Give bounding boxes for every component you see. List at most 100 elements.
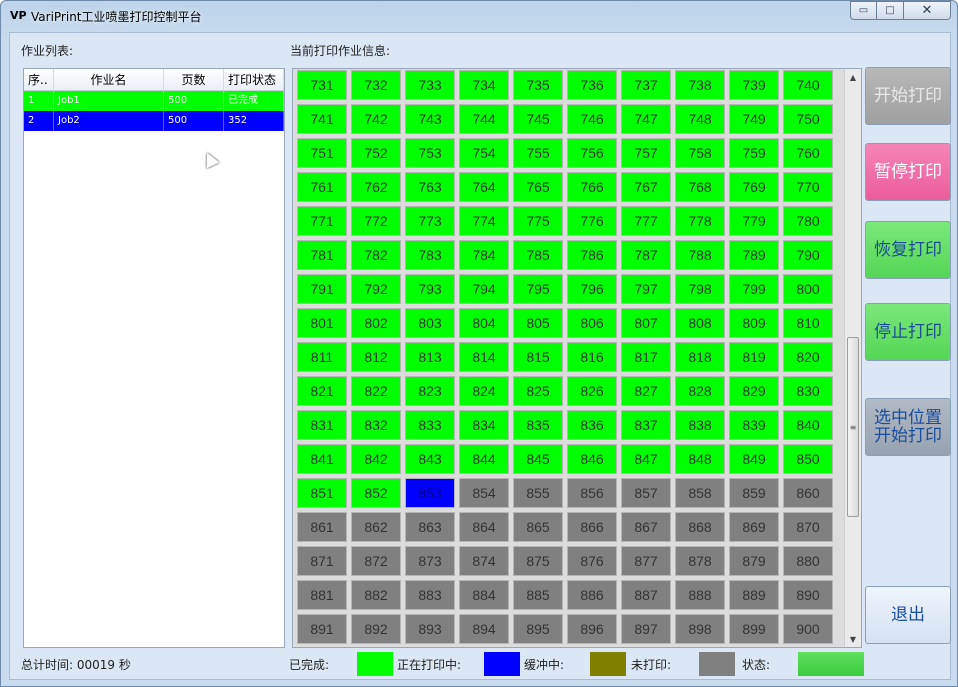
- page-cell[interactable]: 731: [297, 70, 347, 100]
- page-cell[interactable]: 879: [729, 546, 779, 576]
- job-row[interactable]: 2 Job2 500 352: [24, 111, 284, 131]
- page-cell[interactable]: 856: [567, 478, 617, 508]
- page-cell[interactable]: 801: [297, 308, 347, 338]
- page-cell[interactable]: 794: [459, 274, 509, 304]
- page-cell[interactable]: 802: [351, 308, 401, 338]
- page-cell[interactable]: 777: [621, 206, 671, 236]
- page-cell[interactable]: 871: [297, 546, 347, 576]
- page-cell[interactable]: 749: [729, 104, 779, 134]
- page-cell[interactable]: 851: [297, 478, 347, 508]
- page-cell[interactable]: 795: [513, 274, 563, 304]
- page-cell[interactable]: 868: [675, 512, 725, 542]
- page-cell[interactable]: 763: [405, 172, 455, 202]
- page-cell[interactable]: 842: [351, 444, 401, 474]
- page-cell[interactable]: 787: [621, 240, 671, 270]
- page-cell[interactable]: 732: [351, 70, 401, 100]
- page-cell[interactable]: 860: [783, 478, 833, 508]
- page-cell[interactable]: 751: [297, 138, 347, 168]
- page-cell[interactable]: 876: [567, 546, 617, 576]
- page-cell[interactable]: 760: [783, 138, 833, 168]
- page-cell[interactable]: 808: [675, 308, 725, 338]
- page-cell[interactable]: 831: [297, 410, 347, 440]
- page-cell[interactable]: 799: [729, 274, 779, 304]
- column-header-name[interactable]: 作业名: [54, 69, 164, 90]
- page-cell[interactable]: 786: [567, 240, 617, 270]
- page-cell[interactable]: 736: [567, 70, 617, 100]
- print-progress-panel[interactable]: 731 732 733 734 735 736 737 738 739 740 741 742 743 7…: [292, 68, 862, 648]
- page-cell[interactable]: 813: [405, 342, 455, 372]
- page-cell[interactable]: 896: [567, 614, 617, 644]
- scroll-down-icon[interactable]: ▼: [845, 631, 861, 647]
- page-cell[interactable]: 889: [729, 580, 779, 610]
- page-cell[interactable]: 812: [351, 342, 401, 372]
- page-cell[interactable]: 798: [675, 274, 725, 304]
- page-cell[interactable]: 847: [621, 444, 671, 474]
- page-cell[interactable]: 805: [513, 308, 563, 338]
- page-cell[interactable]: 824: [459, 376, 509, 406]
- page-cell[interactable]: 753: [405, 138, 455, 168]
- page-cell[interactable]: 817: [621, 342, 671, 372]
- page-cell[interactable]: 770: [783, 172, 833, 202]
- page-cell[interactable]: 743: [405, 104, 455, 134]
- page-cell[interactable]: 733: [405, 70, 455, 100]
- minimize-button[interactable]: ▭: [850, 1, 877, 20]
- page-cell[interactable]: 885: [513, 580, 563, 610]
- page-cell[interactable]: 761: [297, 172, 347, 202]
- page-cell[interactable]: 789: [729, 240, 779, 270]
- page-cell[interactable]: 845: [513, 444, 563, 474]
- resume-print-button[interactable]: 恢复打印: [865, 221, 951, 279]
- page-cell[interactable]: 822: [351, 376, 401, 406]
- page-cell[interactable]: 793: [405, 274, 455, 304]
- page-cell[interactable]: 823: [405, 376, 455, 406]
- page-cell[interactable]: 776: [567, 206, 617, 236]
- page-cell[interactable]: 874: [459, 546, 509, 576]
- page-cell[interactable]: 742: [351, 104, 401, 134]
- page-cell[interactable]: 869: [729, 512, 779, 542]
- page-cell[interactable]: 887: [621, 580, 671, 610]
- page-cell[interactable]: 737: [621, 70, 671, 100]
- page-cell[interactable]: 773: [405, 206, 455, 236]
- page-cell[interactable]: 897: [621, 614, 671, 644]
- page-cell[interactable]: 778: [675, 206, 725, 236]
- page-cell[interactable]: 836: [567, 410, 617, 440]
- page-cell[interactable]: 768: [675, 172, 725, 202]
- page-cell[interactable]: 891: [297, 614, 347, 644]
- page-cell[interactable]: 758: [675, 138, 725, 168]
- page-cell[interactable]: 765: [513, 172, 563, 202]
- page-cell[interactable]: 774: [459, 206, 509, 236]
- start-print-button[interactable]: 开始打印: [865, 67, 951, 125]
- page-cell[interactable]: 735: [513, 70, 563, 100]
- page-cell[interactable]: 837: [621, 410, 671, 440]
- page-cell[interactable]: 738: [675, 70, 725, 100]
- page-cell[interactable]: 859: [729, 478, 779, 508]
- page-cell[interactable]: 884: [459, 580, 509, 610]
- exit-button[interactable]: 退出: [865, 586, 951, 644]
- page-cell[interactable]: 752: [351, 138, 401, 168]
- page-cell[interactable]: 854: [459, 478, 509, 508]
- scroll-thumb[interactable]: ≡: [847, 337, 859, 517]
- page-cell[interactable]: 759: [729, 138, 779, 168]
- page-cell[interactable]: 894: [459, 614, 509, 644]
- page-cell[interactable]: 865: [513, 512, 563, 542]
- page-cell[interactable]: 881: [297, 580, 347, 610]
- page-cell[interactable]: 741: [297, 104, 347, 134]
- page-cell[interactable]: 782: [351, 240, 401, 270]
- page-cell[interactable]: 839: [729, 410, 779, 440]
- page-cell[interactable]: 870: [783, 512, 833, 542]
- page-cell[interactable]: 816: [567, 342, 617, 372]
- page-cell[interactable]: 846: [567, 444, 617, 474]
- column-header-index[interactable]: 序..: [24, 69, 54, 90]
- page-cell[interactable]: 890: [783, 580, 833, 610]
- page-cell[interactable]: 800: [783, 274, 833, 304]
- page-cell[interactable]: 878: [675, 546, 725, 576]
- page-cell[interactable]: 788: [675, 240, 725, 270]
- page-cell[interactable]: 757: [621, 138, 671, 168]
- maximize-button[interactable]: □: [877, 1, 904, 20]
- page-cell[interactable]: 853: [405, 478, 455, 508]
- page-cell[interactable]: 796: [567, 274, 617, 304]
- page-cell[interactable]: 827: [621, 376, 671, 406]
- page-cell[interactable]: 803: [405, 308, 455, 338]
- page-cell[interactable]: 883: [405, 580, 455, 610]
- page-cell[interactable]: 779: [729, 206, 779, 236]
- page-cell[interactable]: 873: [405, 546, 455, 576]
